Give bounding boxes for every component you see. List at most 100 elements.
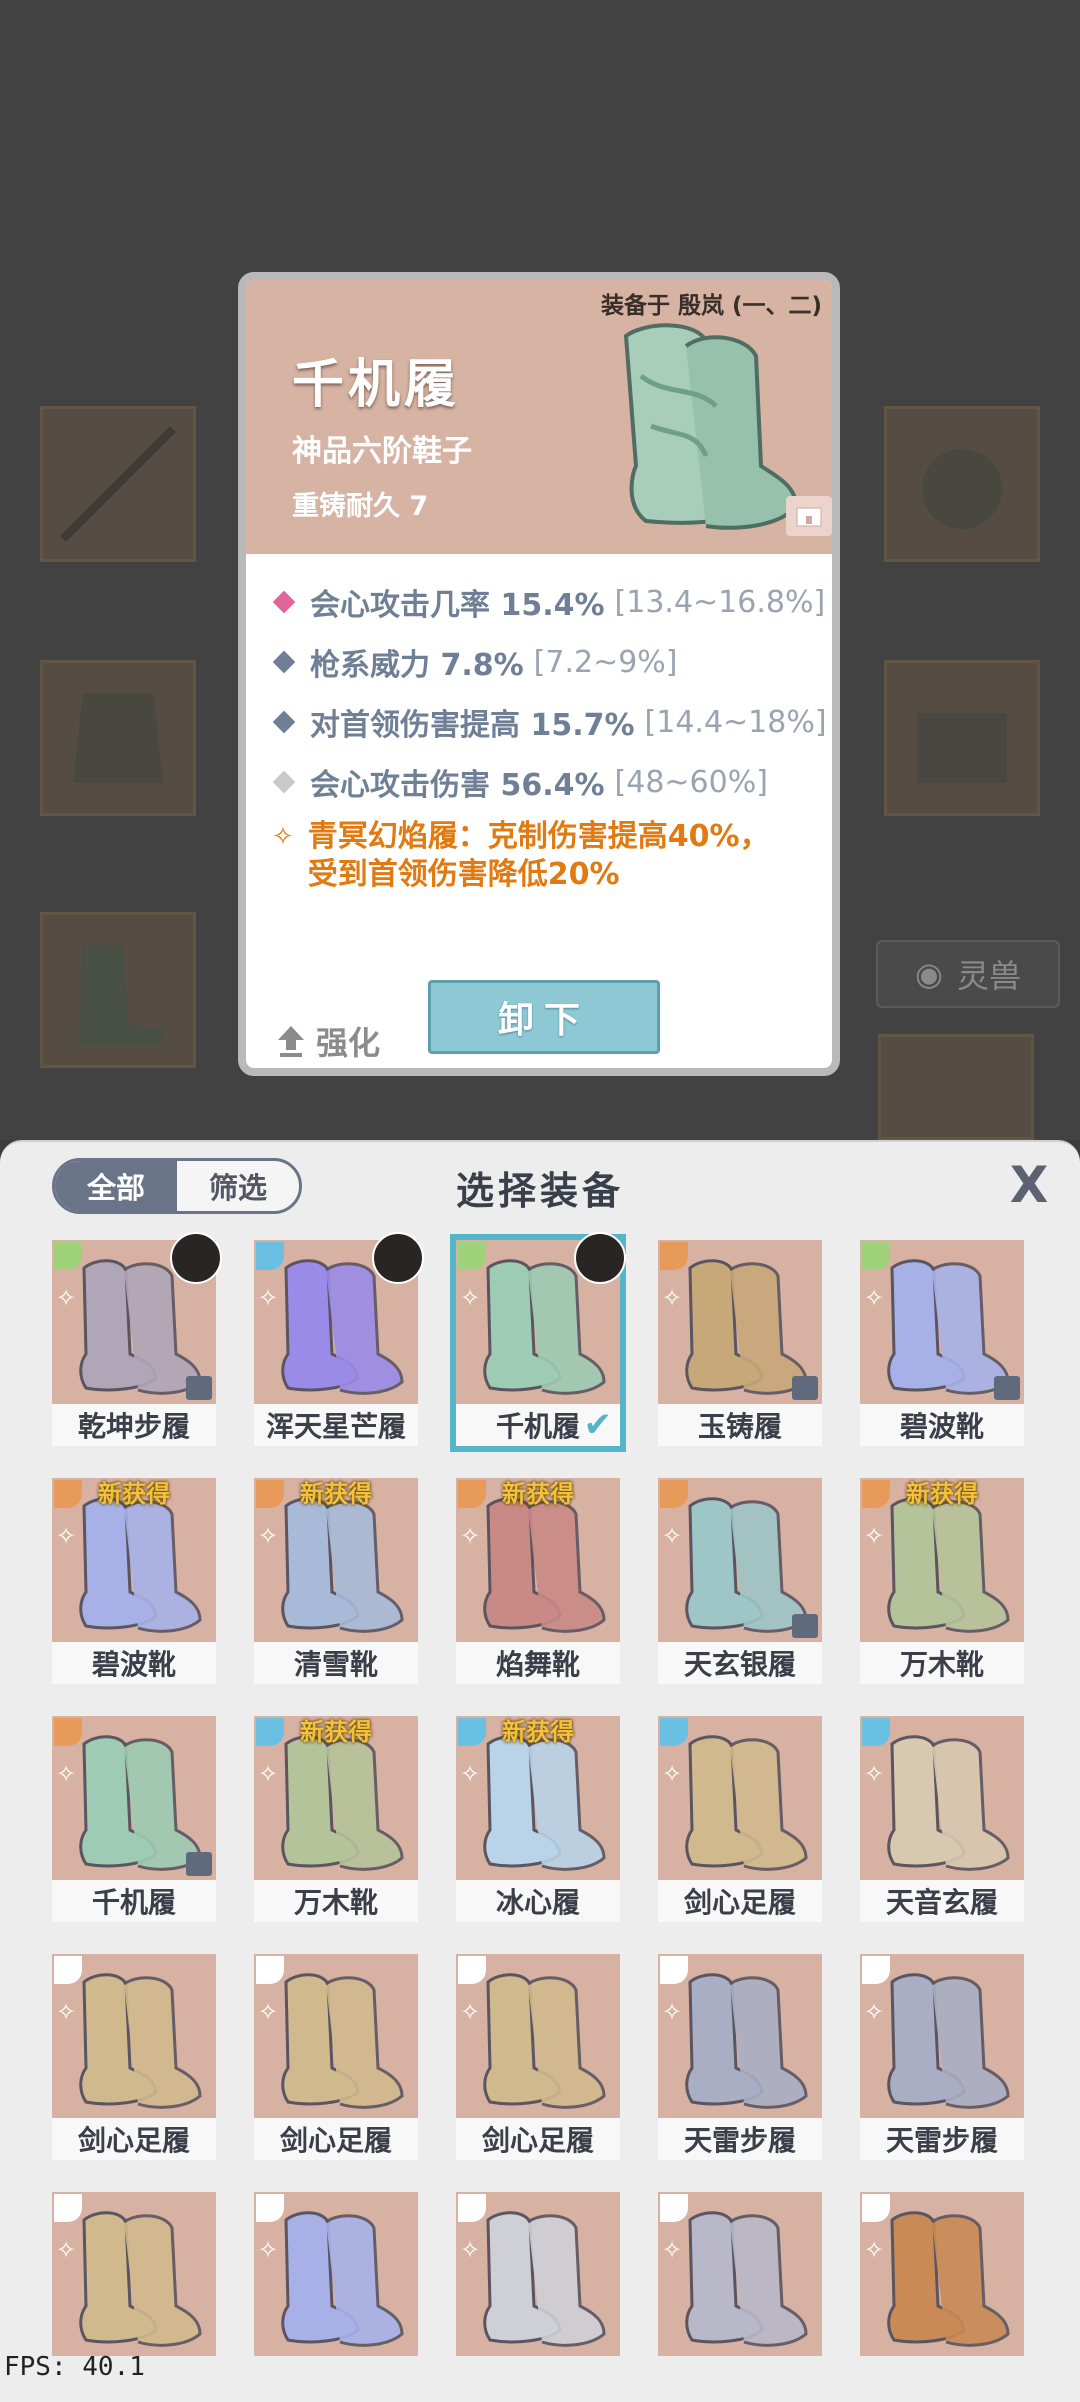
stat-range: [7.2~9%] <box>533 644 678 680</box>
boots-icon <box>887 1497 1010 1633</box>
equipment-card[interactable]: ✧ 天玄银履 <box>658 1478 822 1684</box>
equipment-image: ✧ <box>52 2192 216 2356</box>
paw-icon: ◉ <box>915 955 943 993</box>
equipment-card[interactable]: ✧ 新获得 碧波靴 <box>52 1478 216 1684</box>
spirit-beast-tab[interactable]: ◉ 灵兽 <box>876 940 1060 1008</box>
equipment-card[interactable]: ✧ 新获得 万木靴 <box>254 1716 418 1922</box>
stat-line-3: 对首领伤害提高 15.7% [14.4~18%] <box>272 700 827 744</box>
lock-icon <box>792 1376 818 1400</box>
diamond-icon <box>272 650 296 674</box>
arrow-up-icon <box>278 1026 304 1057</box>
boots-icon <box>281 1973 404 2109</box>
fps-counter: FPS: 40.1 <box>4 2352 145 2382</box>
new-badge: 新获得 <box>300 1718 372 1746</box>
equipment-card[interactable]: ✧ 浑天星芒履 <box>254 1232 424 1446</box>
equipment-image: ✧ <box>254 1954 418 2118</box>
armor-slot[interactable] <box>40 660 196 816</box>
accessory-slot[interactable] <box>884 406 1040 562</box>
equipment-card[interactable]: ✧ 新获得 清雪靴 <box>254 1478 418 1684</box>
rarity-boot-icon <box>660 1956 688 1984</box>
set-icon: ✧ <box>864 1760 885 1788</box>
equipment-card[interactable]: ✧ 千机履 <box>52 1716 216 1922</box>
equipment-card[interactable]: ✧ 天雷步履 <box>860 1954 1024 2160</box>
equipment-card[interactable]: ✧ 玉铸履 <box>658 1240 822 1446</box>
lock-icon[interactable] <box>786 496 832 536</box>
equipment-name: 碧波靴 <box>52 1642 216 1684</box>
equipment-name: 剑心足履 <box>254 2118 418 2160</box>
equipped-on-label: 装备于 殷岚 (一、二) <box>600 293 822 319</box>
rarity-boot-icon <box>256 2194 284 2222</box>
item-name: 千机履 <box>292 355 461 415</box>
equipment-card[interactable]: ✧ 剑心足履 <box>52 1954 216 2160</box>
equipment-name: 玉铸履 <box>658 1404 822 1446</box>
equipment-name: 天雷步履 <box>860 2118 1024 2160</box>
equipment-card[interactable]: ✧ <box>658 2192 822 2398</box>
equipment-card[interactable]: ✧ <box>254 2192 418 2398</box>
lock-icon <box>994 1376 1020 1400</box>
set-icon: ✧ <box>460 1284 481 1312</box>
equipment-name: 乾坤步履 <box>52 1404 216 1446</box>
boots-icon <box>887 1973 1010 2109</box>
boots-icon <box>281 2211 404 2347</box>
rarity-boot-icon <box>458 1956 486 1984</box>
diamond-icon <box>272 590 296 614</box>
equipment-image: ✧ <box>658 2192 822 2356</box>
unequip-button[interactable]: 卸下 <box>428 980 660 1054</box>
set-bonus-line-2: 受到首领伤害降低20% <box>307 857 620 892</box>
rarity-boot-icon <box>54 1956 82 1984</box>
rarity-boot-icon <box>256 1242 284 1270</box>
equipment-card[interactable]: ✧ 新获得 冰心履 <box>456 1716 620 1922</box>
equipment-card[interactable]: ✧ 剑心足履 <box>254 1954 418 2160</box>
set-icon: ✧ <box>258 1760 279 1788</box>
equipment-image: ✧ <box>456 1954 620 2118</box>
equipment-image: ✧ <box>860 1954 1024 2118</box>
equipment-card[interactable]: ✧ 剑心足履 <box>456 1954 620 2160</box>
boots-icon <box>483 1973 606 2109</box>
boots-icon <box>79 1973 202 2109</box>
stat-line-1: 会心攻击几率 15.4% [13.4~16.8%] <box>272 580 825 624</box>
owner-avatar <box>170 1232 222 1284</box>
equipment-card[interactable]: ✧ <box>456 2192 620 2398</box>
equipment-card[interactable]: ✧ 碧波靴 <box>860 1240 1024 1446</box>
rarity-boot-icon <box>458 1242 486 1270</box>
equipment-image: ✧ <box>860 2192 1024 2356</box>
set-icon: ✧ <box>864 2236 885 2264</box>
boots-icon <box>79 1735 202 1871</box>
equipment-card[interactable]: ✧ 剑心足履 <box>658 1716 822 1922</box>
extra-slot[interactable] <box>878 1034 1034 1140</box>
equipment-image: ✧ <box>254 2192 418 2356</box>
set-icon: ✧ <box>56 1998 77 2026</box>
upgrade-button[interactable]: 强化 <box>276 1018 380 1064</box>
owner-avatar <box>372 1232 424 1284</box>
boots-icon <box>887 2211 1010 2347</box>
close-icon[interactable]: X <box>1004 1160 1054 1210</box>
set-icon: ✧ <box>460 2236 481 2264</box>
owner-avatar <box>574 1232 626 1284</box>
equipment-card[interactable]: ✧ 新获得 万木靴 <box>860 1478 1024 1684</box>
boots-slot[interactable] <box>40 912 196 1068</box>
equipment-card[interactable]: ✧ 新获得 焰舞靴 <box>456 1478 620 1684</box>
equipment-name: 天玄银履 <box>658 1642 822 1684</box>
stat-line-2: 枪系威力 7.8% [7.2~9%] <box>272 640 678 684</box>
stat-line-4: 会心攻击伤害 56.4% [48~60%] <box>272 760 768 804</box>
new-badge: 新获得 <box>300 1480 372 1508</box>
set-icon: ✧ <box>56 2236 77 2264</box>
equipment-card[interactable]: ✧ 乾坤步履 <box>52 1232 222 1446</box>
equipment-card[interactable]: ✧ 千机履 ✔ <box>450 1232 626 1452</box>
equipment-name: 剑心足履 <box>52 2118 216 2160</box>
chest-slot[interactable] <box>884 660 1040 816</box>
diamond-icon <box>272 710 296 734</box>
equipment-name: 剑心足履 <box>456 2118 620 2160</box>
diamond-icon <box>272 770 296 794</box>
sheet-title: 选择装备 <box>455 1169 624 1213</box>
weapon-slot[interactable] <box>40 406 196 562</box>
set-icon: ✧ <box>662 1760 683 1788</box>
equipment-select-sheet: 全部 筛选 选择装备 X ✧ 乾坤步履 ✧ 浑天星芒履 ✧ 千机履 ✔ ✧ 玉铸履 ✧ 碧波靴 ✧ 新获… <box>0 1140 1080 2402</box>
equipment-card[interactable]: ✧ <box>860 2192 1024 2398</box>
rarity-boot-icon <box>660 2194 688 2222</box>
boots-icon <box>685 2211 808 2347</box>
new-badge: 新获得 <box>502 1480 574 1508</box>
boots-illustration <box>623 323 799 530</box>
equipment-card[interactable]: ✧ 天音玄履 <box>860 1716 1024 1922</box>
equipment-card[interactable]: ✧ 天雷步履 <box>658 1954 822 2160</box>
